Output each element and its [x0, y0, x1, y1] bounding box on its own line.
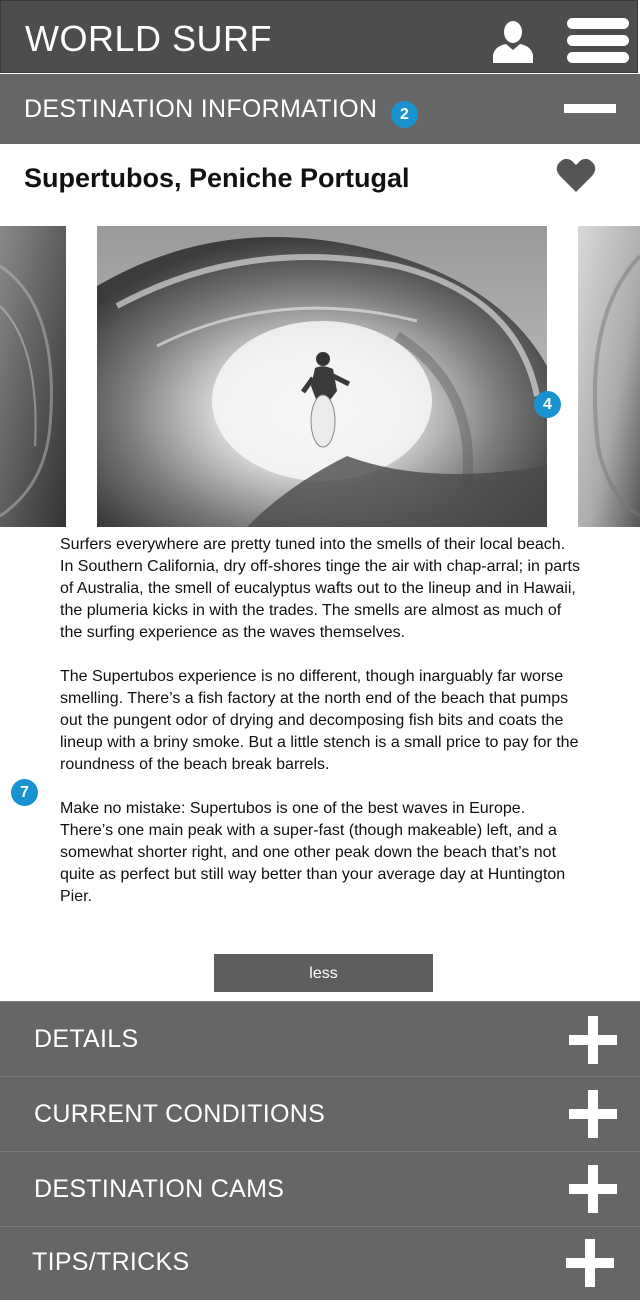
- carousel-slide-next[interactable]: [578, 226, 640, 527]
- description-paragraph: The Supertubos experience is no differen…: [60, 668, 579, 773]
- accordion-label: TIPS/TRICKS: [32, 1248, 190, 1276]
- carousel-slide-prev[interactable]: [0, 226, 66, 527]
- destination-header: Supertubos, Peniche Portugal: [0, 145, 640, 207]
- description-paragraph: Surfers everywhere are pretty tuned into…: [60, 536, 580, 641]
- destination-information-bar[interactable]: DESTINATION INFORMATION: [0, 74, 640, 144]
- minus-icon[interactable]: [564, 104, 616, 113]
- plus-icon[interactable]: [569, 1016, 617, 1064]
- carousel-slide-main[interactable]: [97, 226, 547, 527]
- plus-icon[interactable]: [569, 1090, 617, 1138]
- accordion-label: CURRENT CONDITIONS: [34, 1100, 326, 1128]
- hamburger-menu-icon[interactable]: [567, 18, 631, 64]
- plus-icon[interactable]: [566, 1239, 614, 1287]
- heart-icon[interactable]: [556, 157, 596, 193]
- user-icon[interactable]: [491, 19, 535, 63]
- accordion-label: DETAILS: [34, 1025, 139, 1053]
- photo-carousel[interactable]: [0, 226, 640, 528]
- destination-title: Supertubos, Peniche Portugal: [24, 163, 410, 193]
- annotation-badge-7: 7: [11, 779, 38, 806]
- accordion-tips-tricks[interactable]: TIPS/TRICKS: [0, 1226, 640, 1300]
- destination-description: Surfers everywhere are pretty tuned into…: [60, 534, 580, 930]
- accordion-current-conditions[interactable]: CURRENT CONDITIONS: [0, 1076, 640, 1151]
- top-bar: WORLD SURF: [0, 0, 638, 73]
- description-paragraph: Make no mistake: Supertubos is one of th…: [60, 800, 566, 905]
- plus-icon[interactable]: [569, 1165, 617, 1213]
- accordion-label: DESTINATION CAMS: [34, 1175, 285, 1203]
- less-button[interactable]: less: [214, 954, 433, 992]
- annotation-badge-2: 2: [391, 101, 418, 128]
- accordion-destination-cams[interactable]: DESTINATION CAMS: [0, 1151, 640, 1226]
- annotation-badge-4: 4: [534, 391, 561, 418]
- section-title: DESTINATION INFORMATION: [24, 95, 378, 123]
- app-title[interactable]: WORLD SURF: [25, 19, 272, 59]
- accordion-details[interactable]: DETAILS: [0, 1001, 640, 1076]
